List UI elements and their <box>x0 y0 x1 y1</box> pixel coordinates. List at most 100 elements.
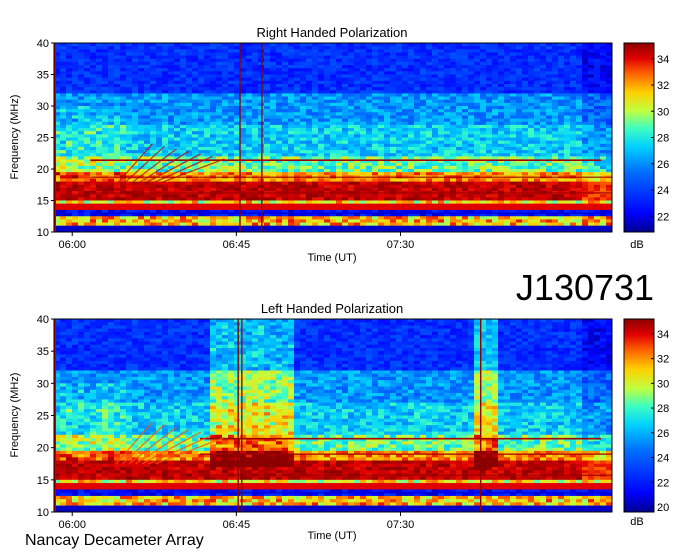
heatmap-cell <box>462 181 469 186</box>
heatmap-cell <box>186 194 193 198</box>
heatmap-cell <box>198 140 205 145</box>
heatmap-cell <box>108 137 115 142</box>
heatmap-cell <box>552 150 559 154</box>
heatmap-cell <box>528 55 535 60</box>
heatmap-cell <box>210 184 217 189</box>
heatmap-cell <box>522 112 529 116</box>
heatmap-cell <box>102 65 109 69</box>
heatmap-cell <box>72 156 79 160</box>
heatmap-cell <box>564 96 571 101</box>
heatmap-cell <box>498 137 505 142</box>
heatmap-cell <box>390 46 397 50</box>
heatmap-cell <box>90 131 97 135</box>
heatmap-cell <box>204 128 211 132</box>
heatmap-cell <box>360 61 367 66</box>
heatmap-cell <box>84 115 91 119</box>
heatmap-cell <box>282 194 289 198</box>
heatmap-cell <box>582 121 589 126</box>
heatmap-cell <box>426 181 433 186</box>
heatmap-cell <box>264 93 271 97</box>
heatmap-cell <box>450 169 457 173</box>
heatmap-cell <box>288 200 295 205</box>
heatmap-cell <box>108 106 115 110</box>
heatmap-cell <box>96 112 103 116</box>
heatmap-cell <box>150 58 157 63</box>
heatmap-cell <box>528 46 535 50</box>
heatmap-cell <box>492 61 499 66</box>
heatmap-cell <box>294 68 301 72</box>
heatmap-cell <box>192 140 199 145</box>
heatmap-cell <box>438 153 445 157</box>
heatmap-cell <box>426 93 433 97</box>
heatmap-cell <box>114 172 121 176</box>
heatmap-cell <box>192 187 199 192</box>
heatmap-cell <box>456 115 463 119</box>
heatmap-cell <box>84 143 91 148</box>
heatmap-cell <box>150 197 157 201</box>
heatmap-cell <box>270 124 277 129</box>
heatmap-cell <box>270 65 277 69</box>
heatmap-cell <box>378 169 385 173</box>
heatmap-cell <box>564 169 571 173</box>
heatmap-cell <box>354 93 361 97</box>
heatmap-cell <box>570 200 577 205</box>
heatmap-cell <box>486 134 493 138</box>
heatmap-cell <box>102 181 109 186</box>
heatmap-cell <box>534 206 541 211</box>
heatmap-cell <box>468 87 475 91</box>
heatmap-cell <box>126 99 133 104</box>
heatmap-cell <box>576 200 583 205</box>
heatmap-cell <box>300 184 307 189</box>
heatmap-cell <box>252 109 259 113</box>
heatmap-cell <box>468 128 475 132</box>
heatmap-cell <box>450 87 457 91</box>
heatmap-cell <box>84 197 91 201</box>
heatmap-cell <box>570 203 577 208</box>
heatmap-cell <box>534 49 541 53</box>
heatmap-cell <box>408 184 415 189</box>
heatmap-cell <box>222 68 229 72</box>
heatmap-cell <box>216 71 223 75</box>
heatmap-cell <box>192 77 199 82</box>
heatmap-cell <box>408 96 415 101</box>
heatmap-cell <box>600 137 607 142</box>
heatmap-cell <box>306 58 313 63</box>
heatmap-cell <box>480 87 487 91</box>
heatmap-cell <box>582 77 589 82</box>
heatmap-cell <box>522 162 529 167</box>
heatmap-cell <box>72 46 79 50</box>
heatmap-cell <box>486 187 493 192</box>
heatmap-cell <box>324 61 331 66</box>
heatmap-cell <box>546 137 553 142</box>
heatmap-cell <box>582 87 589 91</box>
heatmap-cell <box>138 90 145 94</box>
heatmap-cell <box>330 143 337 148</box>
heatmap-cell <box>420 109 427 113</box>
heatmap-cell <box>372 99 379 104</box>
heatmap-cell <box>498 150 505 154</box>
heatmap-cell <box>450 77 457 82</box>
heatmap-cell <box>102 153 109 157</box>
heatmap-cell <box>312 65 319 69</box>
heatmap-cell <box>288 74 295 79</box>
heatmap-cell <box>606 187 612 192</box>
heatmap-cell <box>372 143 379 148</box>
heatmap-cell <box>222 102 229 107</box>
heatmap-cell <box>312 61 319 66</box>
heatmap-cell <box>492 71 499 75</box>
heatmap-cell <box>570 61 577 66</box>
heatmap-cell <box>606 115 612 119</box>
heatmap-cell <box>174 49 181 53</box>
heatmap-cell <box>384 71 391 75</box>
heatmap-cell <box>228 74 235 79</box>
heatmap-cell <box>408 109 415 113</box>
heatmap-cell <box>420 143 427 148</box>
heatmap-cell <box>210 200 217 205</box>
heatmap-cell <box>132 93 139 97</box>
heatmap-cell <box>246 197 253 201</box>
heatmap-cell <box>480 187 487 192</box>
heatmap-cell <box>558 162 565 167</box>
heatmap-cell <box>114 165 121 170</box>
heatmap-cell <box>408 128 415 132</box>
heatmap-cell <box>576 74 583 79</box>
